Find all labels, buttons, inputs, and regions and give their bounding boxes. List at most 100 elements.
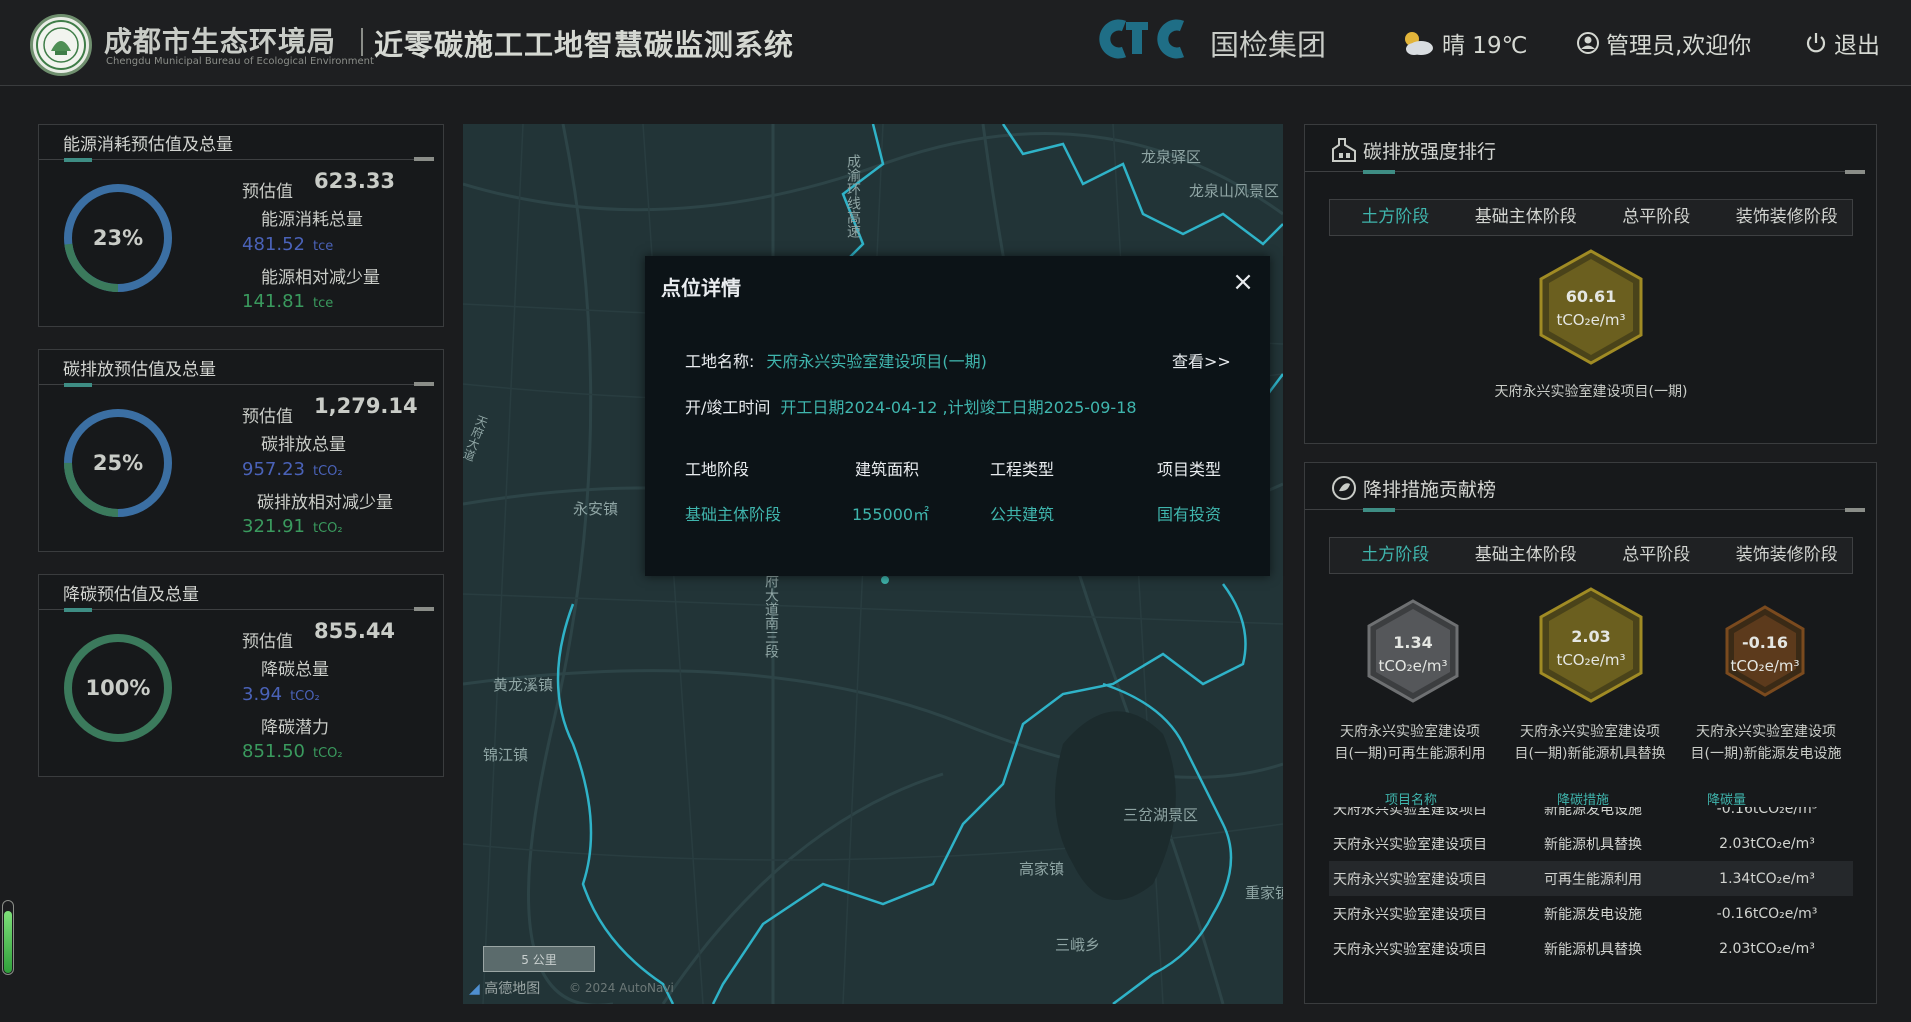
column-header: 建筑面积 xyxy=(855,460,920,479)
partly-cloudy-icon xyxy=(1405,32,1433,55)
logout-button[interactable]: 退出 xyxy=(1804,26,1880,60)
cell-amount: -0.16tCO₂e/m³ xyxy=(1716,905,1818,922)
table-row[interactable]: 天府永兴实验室建设项目 新能源发电设施 -0.16tCO₂e/m³ xyxy=(1329,807,1853,826)
column-value: 155000㎡ xyxy=(852,505,930,524)
table-row[interactable]: 天府永兴实验室建设项目 新能源机具替换 2.03tCO₂e/m³ xyxy=(1329,826,1853,861)
tab-site-grading[interactable]: 总平阶段 xyxy=(1591,538,1722,573)
collapse-dash[interactable] xyxy=(414,607,434,611)
cell-measure: 新能源发电设施 xyxy=(1544,807,1642,818)
column-header: 工程类型 xyxy=(990,460,1055,479)
popup-title: 点位详情 xyxy=(661,276,741,300)
ranking-project-name: 天府永兴实验室建设项目(一期) xyxy=(1494,384,1688,400)
site-name-value: 天府永兴实验室建设项目(一期) xyxy=(766,352,987,371)
time-row: 开/竣工时间 开工日期2024-04-12 ,计划竣工日期2025-09-18 xyxy=(685,394,1137,418)
reduction-label: 降碳潜力 xyxy=(261,718,329,738)
tab-decoration[interactable]: 装饰装修阶段 xyxy=(1722,200,1853,235)
tab-decoration[interactable]: 装饰装修阶段 xyxy=(1722,538,1853,573)
map-label: 龙泉山风景区 xyxy=(1189,182,1280,200)
table-row[interactable]: 天府永兴实验室建设项目 可再生能源利用 1.34tCO₂e/m³ xyxy=(1329,861,1853,896)
close-icon[interactable]: × xyxy=(1230,269,1256,296)
title-underline xyxy=(39,384,419,385)
hexagon-icon xyxy=(1539,587,1643,703)
view-details-link[interactable]: 查看>> xyxy=(1172,348,1231,372)
estimate-value: 1,279.14 xyxy=(314,394,418,418)
reduction-contribution-panel: 降排措施贡献榜 土方阶段 基础主体阶段 总平阶段 装饰装修阶段 1.34 tCO… xyxy=(1304,462,1877,1004)
header-bar: 成都市生态环境局 Chengdu Municipal Bureau of Eco… xyxy=(0,0,1911,86)
level-indicator xyxy=(2,900,14,975)
table-row[interactable]: 天府永兴实验室建设项目 新能源发电设施 -0.16tCO₂e/m³ xyxy=(1329,896,1853,931)
ctc-logo xyxy=(1099,19,1185,59)
name-line: 天府永兴实验室建设项 xyxy=(1520,724,1660,740)
total-value: 481.52 xyxy=(242,234,305,255)
map-label: 黄龙溪镇 xyxy=(493,676,554,694)
factory-icon xyxy=(1332,138,1356,162)
stage-tabs: 土方阶段 基础主体阶段 总平阶段 装饰装修阶段 xyxy=(1329,537,1853,574)
table-header: 项目名称 xyxy=(1385,793,1438,808)
weather-widget: 晴 19℃ xyxy=(1400,26,1527,60)
map-provider: 高德地图 xyxy=(484,981,541,997)
estimate-label: 预估值 xyxy=(242,182,293,202)
cell-measure: 新能源发电设施 xyxy=(1544,906,1642,923)
cell-amount: 1.34tCO₂e/m³ xyxy=(1719,870,1815,887)
tab-earthwork[interactable]: 土方阶段 xyxy=(1330,538,1461,573)
tab-earthwork[interactable]: 土方阶段 xyxy=(1330,200,1461,235)
tab-foundation[interactable]: 基础主体阶段 xyxy=(1461,200,1592,235)
ranking-hex-badge[interactable]: 60.61 tCO₂e/m³ xyxy=(1531,245,1651,395)
emission-intensity-ranking-panel: 碳排放强度排行 土方阶段 基础主体阶段 总平阶段 装饰装修阶段 60.61 tC… xyxy=(1304,124,1877,444)
tab-site-grading[interactable]: 总平阶段 xyxy=(1591,200,1722,235)
collapse-dash[interactable] xyxy=(414,157,434,161)
contribution-hex-badge[interactable]: 2.03 tCO₂e/m³ xyxy=(1531,583,1651,733)
cell-project: 天府永兴实验室建设项目 xyxy=(1333,941,1487,958)
hex-unit: tCO₂e/m³ xyxy=(1730,657,1800,675)
total-unit: tce xyxy=(312,239,334,254)
hex-unit: tCO₂e/m³ xyxy=(1556,651,1626,669)
cell-measure: 可再生能源利用 xyxy=(1544,871,1642,888)
title-underline xyxy=(39,159,419,160)
partner-name: 国检集团 xyxy=(1210,28,1327,62)
cell-amount: 2.03tCO₂e/m³ xyxy=(1719,940,1815,957)
name-line: 天府永兴实验室建设项 xyxy=(1340,724,1480,740)
hex-value: 1.34 xyxy=(1393,633,1433,652)
energy-card: 能源消耗预估值及总量 23% 预估值 623.33 能源消耗总量 481.52 t… xyxy=(38,124,444,327)
collapse-dash[interactable] xyxy=(1845,508,1865,512)
user-icon xyxy=(1577,32,1599,54)
card-title: 降碳预估值及总量 xyxy=(63,585,199,605)
hexagon-icon xyxy=(1725,605,1805,697)
reduction-value: 851.50 xyxy=(242,741,305,762)
cell-measure: 新能源机具替换 xyxy=(1544,836,1642,853)
collapse-dash[interactable] xyxy=(1845,170,1865,174)
time-label: 开/竣工时间 xyxy=(685,398,771,417)
column-value: 国有投资 xyxy=(1157,505,1222,524)
site-name-label: 工地名称: xyxy=(685,352,755,371)
point-detail-popup: 点位详情 × 工地名称: 天府永兴实验室建设项目(一期) 查看>> 开/竣工时间开… xyxy=(645,256,1270,576)
estimate-value: 623.33 xyxy=(314,169,396,193)
contribution-hex-badge[interactable]: 1.34 tCO₂e/m³ xyxy=(1353,589,1473,739)
reduction-value: 321.91 xyxy=(242,516,305,537)
user-greeting: 管理员,欢迎你 xyxy=(1606,33,1752,59)
reduction-value-row: 321.91 tCO₂ xyxy=(242,516,343,537)
app-root: 成都市生态环境局 Chengdu Municipal Bureau of Eco… xyxy=(0,0,1911,1022)
weather-text: 晴 19℃ xyxy=(1442,33,1528,59)
total-value: 957.23 xyxy=(242,459,305,480)
percent-label: 100% xyxy=(85,676,151,700)
estimate-value: 855.44 xyxy=(314,619,396,643)
map-label: 锦江镇 xyxy=(483,746,529,764)
map-label: 成渝环线高速 xyxy=(845,154,861,238)
total-value-row: 481.52 tce xyxy=(242,234,333,255)
tab-foundation[interactable]: 基础主体阶段 xyxy=(1461,538,1592,573)
contribution-project-name: 天府永兴实验室建设项 目(一期)新能源发电设施 xyxy=(1681,721,1851,765)
collapse-dash[interactable] xyxy=(414,382,434,386)
hex-value: 2.03 xyxy=(1571,627,1611,646)
map-label: 府大道南三段 xyxy=(763,574,779,658)
contribution-table[interactable]: 天府永兴实验室建设项目 新能源发电设施 -0.16tCO₂e/m³ 天府永兴实验… xyxy=(1329,807,1853,962)
cell-project: 天府永兴实验室建设项目 xyxy=(1333,836,1487,853)
contribution-hex-badge[interactable]: -0.16 tCO₂e/m³ xyxy=(1705,589,1825,739)
total-value-row: 3.94 tCO₂ xyxy=(242,684,320,705)
carbon-emission-card: 碳排放预估值及总量 25% 预估值 1,279.14 碳排放总量 957.23 t… xyxy=(38,349,444,552)
logout-label: 退出 xyxy=(1834,33,1880,59)
percent-label: 25% xyxy=(92,451,144,475)
user-menu[interactable]: 管理员,欢迎你 xyxy=(1576,26,1751,60)
reduction-label: 能源相对减少量 xyxy=(261,268,380,288)
table-row[interactable]: 天府永兴实验室建设项目 新能源机具替换 2.03tCO₂e/m³ xyxy=(1329,931,1853,962)
cell-project: 天府永兴实验室建设项目 xyxy=(1333,871,1487,888)
